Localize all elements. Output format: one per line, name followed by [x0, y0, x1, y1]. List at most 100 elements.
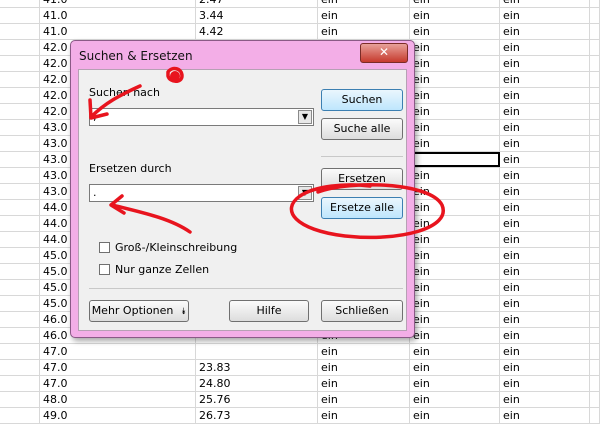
table-cell[interactable]	[590, 232, 600, 247]
table-cell[interactable]: ein	[318, 344, 410, 359]
table-cell[interactable]: 41.0	[40, 24, 196, 39]
table-cell[interactable]	[0, 152, 40, 167]
whole-cells-checkbox[interactable]	[99, 264, 110, 275]
table-cell[interactable]	[590, 216, 600, 231]
table-cell[interactable]	[0, 280, 40, 295]
table-cell[interactable]	[590, 88, 600, 103]
table-cell[interactable]: 41.0	[40, 0, 196, 7]
table-cell[interactable]	[0, 392, 40, 407]
table-cell[interactable]: ein	[500, 344, 590, 359]
table-cell[interactable]	[590, 264, 600, 279]
table-cell[interactable]	[590, 72, 600, 87]
table-cell[interactable]: ein	[500, 184, 590, 199]
more-options-button[interactable]: Mehr Optionen ⯯	[89, 300, 189, 322]
table-cell[interactable]	[0, 328, 40, 343]
table-cell[interactable]: ein	[318, 376, 410, 391]
table-cell[interactable]: ein	[410, 296, 500, 311]
table-cell[interactable]	[0, 168, 40, 183]
table-cell[interactable]: ein	[410, 120, 500, 135]
table-cell[interactable]	[590, 328, 600, 343]
table-cell[interactable]: ein	[318, 24, 410, 39]
table-cell[interactable]	[590, 0, 600, 7]
search-combobox[interactable]: , ▼	[89, 108, 314, 126]
table-cell[interactable]	[590, 296, 600, 311]
search-all-button[interactable]: Suche alle	[321, 118, 403, 140]
table-cell[interactable]: ein	[500, 216, 590, 231]
table-cell[interactable]: 47.0	[40, 360, 196, 375]
table-cell[interactable]	[0, 8, 40, 23]
table-cell[interactable]: ein	[410, 88, 500, 103]
table-cell[interactable]: ein	[410, 264, 500, 279]
table-cell[interactable]: ein	[410, 8, 500, 23]
table-cell[interactable]: ein	[410, 136, 500, 151]
table-cell[interactable]	[590, 56, 600, 71]
table-cell[interactable]	[0, 104, 40, 119]
table-cell[interactable]: ein	[500, 24, 590, 39]
table-cell[interactable]	[0, 40, 40, 55]
table-cell[interactable]: 2.47	[196, 0, 318, 7]
table-cell[interactable]: ein	[500, 248, 590, 263]
table-cell[interactable]: ein	[500, 200, 590, 215]
window-close-button[interactable]: ✕	[360, 43, 408, 63]
table-cell[interactable]: ein	[410, 392, 500, 407]
table-cell[interactable]: 25.76	[196, 392, 318, 407]
table-cell[interactable]: ein	[500, 8, 590, 23]
table-cell[interactable]: 4.42	[196, 24, 318, 39]
table-cell[interactable]: ein	[500, 56, 590, 71]
table-cell[interactable]: ein	[318, 0, 410, 7]
table-cell[interactable]: ein	[410, 280, 500, 295]
table-cell[interactable]	[590, 376, 600, 391]
table-cell[interactable]: ein	[500, 40, 590, 55]
table-cell[interactable]: ein	[410, 216, 500, 231]
table-cell[interactable]	[590, 184, 600, 199]
table-cell[interactable]	[0, 408, 40, 423]
table-cell[interactable]: ein	[500, 168, 590, 183]
table-cell[interactable]	[590, 408, 600, 423]
table-cell[interactable]	[0, 232, 40, 247]
table-cell[interactable]: ein	[410, 232, 500, 247]
table-cell[interactable]: ein	[500, 296, 590, 311]
table-cell[interactable]: ein	[318, 8, 410, 23]
table-cell[interactable]	[590, 24, 600, 39]
table-cell[interactable]: ein	[410, 328, 500, 343]
table-cell[interactable]	[0, 184, 40, 199]
table-cell[interactable]	[0, 264, 40, 279]
table-cell[interactable]	[590, 200, 600, 215]
table-cell[interactable]	[0, 296, 40, 311]
search-dropdown-chevron-icon[interactable]: ▼	[298, 110, 312, 124]
table-cell[interactable]: ein	[410, 24, 500, 39]
table-cell[interactable]	[590, 168, 600, 183]
table-cell[interactable]	[0, 344, 40, 359]
table-cell[interactable]	[590, 344, 600, 359]
match-case-checkbox[interactable]	[99, 242, 110, 253]
table-cell[interactable]	[0, 360, 40, 375]
table-cell[interactable]	[590, 392, 600, 407]
table-cell[interactable]: 48.0	[40, 392, 196, 407]
table-cell[interactable]: 26.73	[196, 408, 318, 423]
table-cell[interactable]	[590, 120, 600, 135]
table-cell[interactable]: ein	[318, 360, 410, 375]
table-cell[interactable]: 47.0	[40, 376, 196, 391]
table-cell[interactable]: 3.44	[196, 8, 318, 23]
table-cell[interactable]	[0, 0, 40, 7]
table-cell[interactable]	[590, 136, 600, 151]
replace-all-button[interactable]: Ersetze alle	[321, 197, 403, 219]
dialog-titlebar[interactable]: Suchen & Ersetzen ✕	[71, 41, 414, 69]
table-cell[interactable]: ein	[410, 408, 500, 423]
table-cell[interactable]: 24.80	[196, 376, 318, 391]
close-button[interactable]: Schließen	[321, 300, 403, 322]
table-cell[interactable]	[196, 344, 318, 359]
table-cell[interactable]	[590, 152, 600, 167]
table-cell[interactable]: ein	[410, 200, 500, 215]
replace-dropdown-chevron-icon[interactable]: ▼	[298, 186, 312, 200]
table-cell[interactable]: ein	[410, 360, 500, 375]
table-cell[interactable]: ein	[410, 248, 500, 263]
table-cell[interactable]: ein	[500, 408, 590, 423]
replace-combobox[interactable]: . ▼	[89, 184, 314, 202]
table-cell[interactable]	[0, 248, 40, 263]
table-cell[interactable]	[590, 248, 600, 263]
table-cell[interactable]: ein	[500, 88, 590, 103]
table-cell[interactable]: ein	[410, 168, 500, 183]
table-cell[interactable]	[0, 88, 40, 103]
table-cell[interactable]: ein	[410, 312, 500, 327]
